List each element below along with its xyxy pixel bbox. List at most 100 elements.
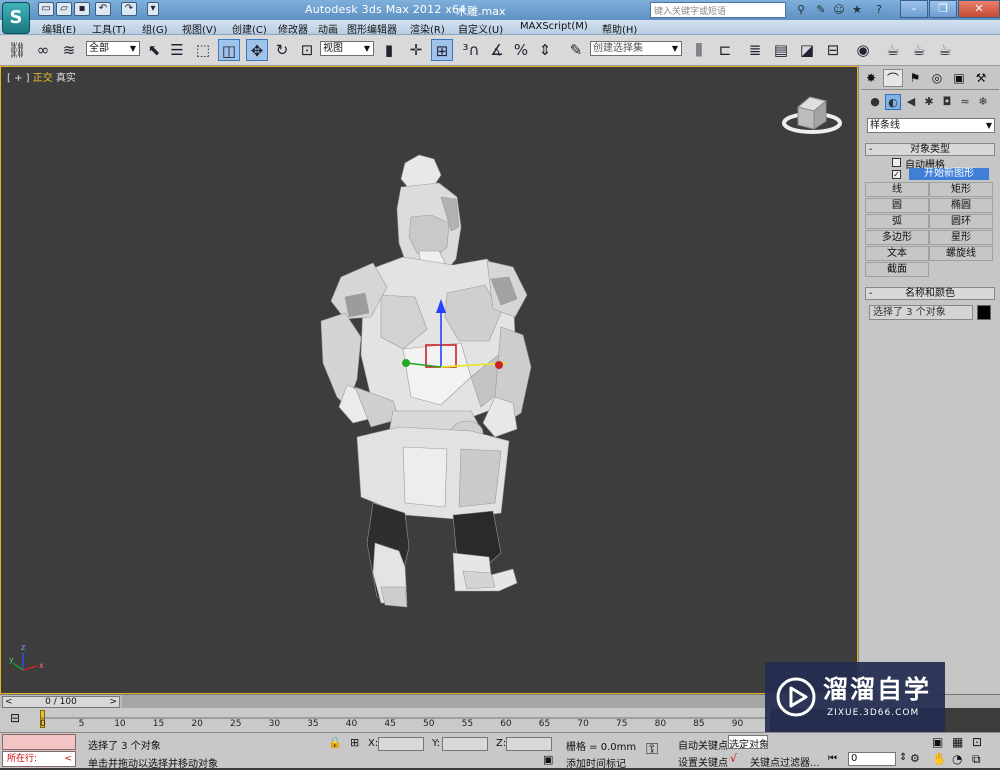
maxscript-prompt[interactable]: 所在行: < [2, 751, 76, 767]
donut-button[interactable]: 圆环 [929, 214, 993, 229]
menu-customize[interactable]: 自定义(U) [458, 21, 503, 36]
time-slider[interactable]: < 0 / 100 > [2, 696, 120, 708]
save-icon[interactable]: ▪ [74, 2, 90, 16]
percent-snap-icon[interactable]: % [510, 39, 532, 61]
select-manipulate-icon[interactable]: ✛ [405, 39, 427, 61]
rectangle-button[interactable]: 矩形 [929, 182, 993, 197]
material-editor-icon[interactable]: ◉ [852, 39, 874, 61]
absolute-mode-icon[interactable]: ⊞ [350, 736, 359, 749]
select-and-move-icon[interactable]: ✥ [246, 39, 268, 61]
helpers-icon[interactable]: ◘ [939, 94, 955, 110]
ellipse-button[interactable]: 椭圆 [929, 198, 993, 213]
render-production-icon[interactable]: ☕ [934, 39, 956, 61]
trackbar[interactable]: ⊟ 0 5 10 15 20 25 30 35 40 45 50 55 60 65 70 75 80 85 90 [0, 708, 770, 732]
current-frame-field[interactable]: 0 [848, 752, 896, 766]
close-button[interactable]: ✕ [958, 0, 1000, 18]
mirror-icon[interactable]: ⫼ [688, 39, 710, 61]
menu-group[interactable]: 组(G) [142, 21, 168, 36]
tools-icon[interactable]: ✎ [813, 2, 829, 18]
section-button[interactable]: 截面 [865, 262, 929, 277]
space-warps-icon[interactable]: ≈ [957, 94, 973, 110]
new-file-icon[interactable]: ▭ [38, 2, 54, 16]
spinner-snap-icon[interactable]: ⇕ [534, 39, 556, 61]
menu-help[interactable]: 帮助(H) [602, 21, 637, 36]
maxscript-listener[interactable] [2, 734, 76, 750]
help-icon[interactable]: ? [871, 2, 887, 18]
shapes-icon[interactable]: ◐ [885, 94, 901, 110]
favorites-icon[interactable]: ★ [849, 2, 865, 18]
text-button[interactable]: 文本 [865, 246, 929, 261]
zoom-extents-icon[interactable]: ▣ [932, 735, 943, 749]
curve-editor-icon[interactable]: ◪ [796, 39, 818, 61]
zoom-all-icon[interactable]: ▦ [952, 735, 963, 749]
selected-dropdown[interactable]: 选定对象 [728, 735, 768, 749]
pan-icon[interactable]: ✋ [932, 752, 947, 766]
display-tab-icon[interactable]: ▣ [949, 69, 969, 87]
key-filters-button[interactable]: 关键点过滤器... [750, 754, 820, 769]
name-color-rollout-header[interactable]: - 名称和颜色 [865, 287, 995, 300]
named-selection-dropdown[interactable]: 创建选择集 ▼ [590, 41, 682, 56]
perspective-viewport[interactable]: [ + ] 正交 真实 z x y [0, 66, 858, 694]
auto-grid-checkbox[interactable] [892, 158, 901, 167]
modify-tab-icon[interactable]: ⌒ [883, 69, 903, 87]
select-and-scale-icon[interactable]: ⊡ [296, 39, 318, 61]
select-object-icon[interactable]: ⬉ [143, 39, 165, 61]
frame-spinner-icon[interactable]: ⇕ [899, 752, 907, 763]
maximize-button[interactable]: ❐ [929, 0, 957, 18]
select-by-name-icon[interactable]: ☰ [166, 39, 188, 61]
circle-button[interactable]: 圆 [865, 198, 929, 213]
menu-rendering[interactable]: 渲染(R) [410, 21, 445, 36]
time-tag-icon[interactable]: ▣ [543, 753, 553, 766]
utilities-tab-icon[interactable]: ⚒ [971, 69, 991, 87]
start-new-shape-button[interactable]: 开始新图形 [909, 168, 989, 180]
select-and-rotate-icon[interactable]: ↻ [271, 39, 293, 61]
geometry-icon[interactable]: ● [867, 94, 883, 110]
menu-animation[interactable]: 动画 [318, 21, 338, 36]
keyboard-shortcut-override-icon[interactable]: ⊞ [431, 39, 453, 61]
minimize-button[interactable]: – [900, 0, 928, 18]
quick-access-dropdown-icon[interactable]: ▾ [147, 2, 159, 16]
app-logo-icon[interactable]: S [2, 2, 30, 34]
arc-button[interactable]: 弧 [865, 214, 929, 229]
systems-icon[interactable]: ❄ [975, 94, 991, 110]
graphite-toggle-icon[interactable]: ▤ [770, 39, 792, 61]
object-type-rollout-header[interactable]: - 对象类型 [865, 143, 995, 156]
menu-view[interactable]: 视图(V) [182, 21, 217, 36]
motion-tab-icon[interactable]: ◎ [927, 69, 947, 87]
maximize-viewport-icon[interactable]: ⧉ [972, 752, 981, 767]
menu-edit[interactable]: 编辑(E) [42, 21, 76, 36]
star-button[interactable]: 星形 [929, 230, 993, 245]
x-coord-field[interactable] [378, 737, 424, 751]
angle-snap-icon[interactable]: ∡ [486, 39, 508, 61]
schematic-view-icon[interactable]: ⊟ [822, 39, 844, 61]
lock-selection-icon[interactable]: 🔒 [328, 736, 342, 749]
lights-icon[interactable]: ◀ [903, 94, 919, 110]
line-button[interactable]: 线 [865, 182, 929, 197]
snaps-toggle-icon[interactable]: ³∩ [460, 39, 482, 61]
key-filter-icon[interactable]: √ [730, 752, 737, 765]
y-coord-field[interactable] [442, 737, 488, 751]
orbit-icon[interactable]: ◔ [952, 752, 962, 766]
cameras-icon[interactable]: ✱ [921, 94, 937, 110]
window-crossing-icon[interactable]: ◫ [218, 39, 240, 61]
binoculars-icon[interactable]: ⚲ [793, 2, 809, 18]
menu-tools[interactable]: 工具(T) [92, 21, 126, 36]
selection-filter-dropdown[interactable]: 全部 ▼ [86, 41, 140, 56]
reference-coord-dropdown[interactable]: 视图 ▼ [320, 41, 374, 56]
go-to-start-icon[interactable]: ⏮ [828, 753, 837, 764]
menu-modifiers[interactable]: 修改器 [278, 21, 308, 36]
render-setup-icon[interactable]: ☕ [882, 39, 904, 61]
rendered-frame-icon[interactable]: ☕ [908, 39, 930, 61]
open-file-icon[interactable]: ▱ [56, 2, 72, 16]
unlink-icon[interactable]: ∞ [32, 39, 54, 61]
link-icon[interactable]: ⛓ [6, 39, 28, 61]
rect-selection-icon[interactable]: ⬚ [192, 39, 214, 61]
subscription-icon[interactable]: ☺ [831, 2, 847, 18]
edit-named-selection-icon[interactable]: ✎ [565, 39, 587, 61]
start-new-shape-checkbox[interactable]: ✓ [892, 170, 901, 179]
category-dropdown[interactable]: 样条线 ▼ [867, 118, 995, 133]
hierarchy-tab-icon[interactable]: ⚑ [905, 69, 925, 87]
create-tab-icon[interactable]: ✸ [861, 69, 881, 87]
zoom-extents-all-icon[interactable]: ⊡ [972, 735, 982, 749]
object-color-swatch[interactable] [977, 305, 991, 320]
